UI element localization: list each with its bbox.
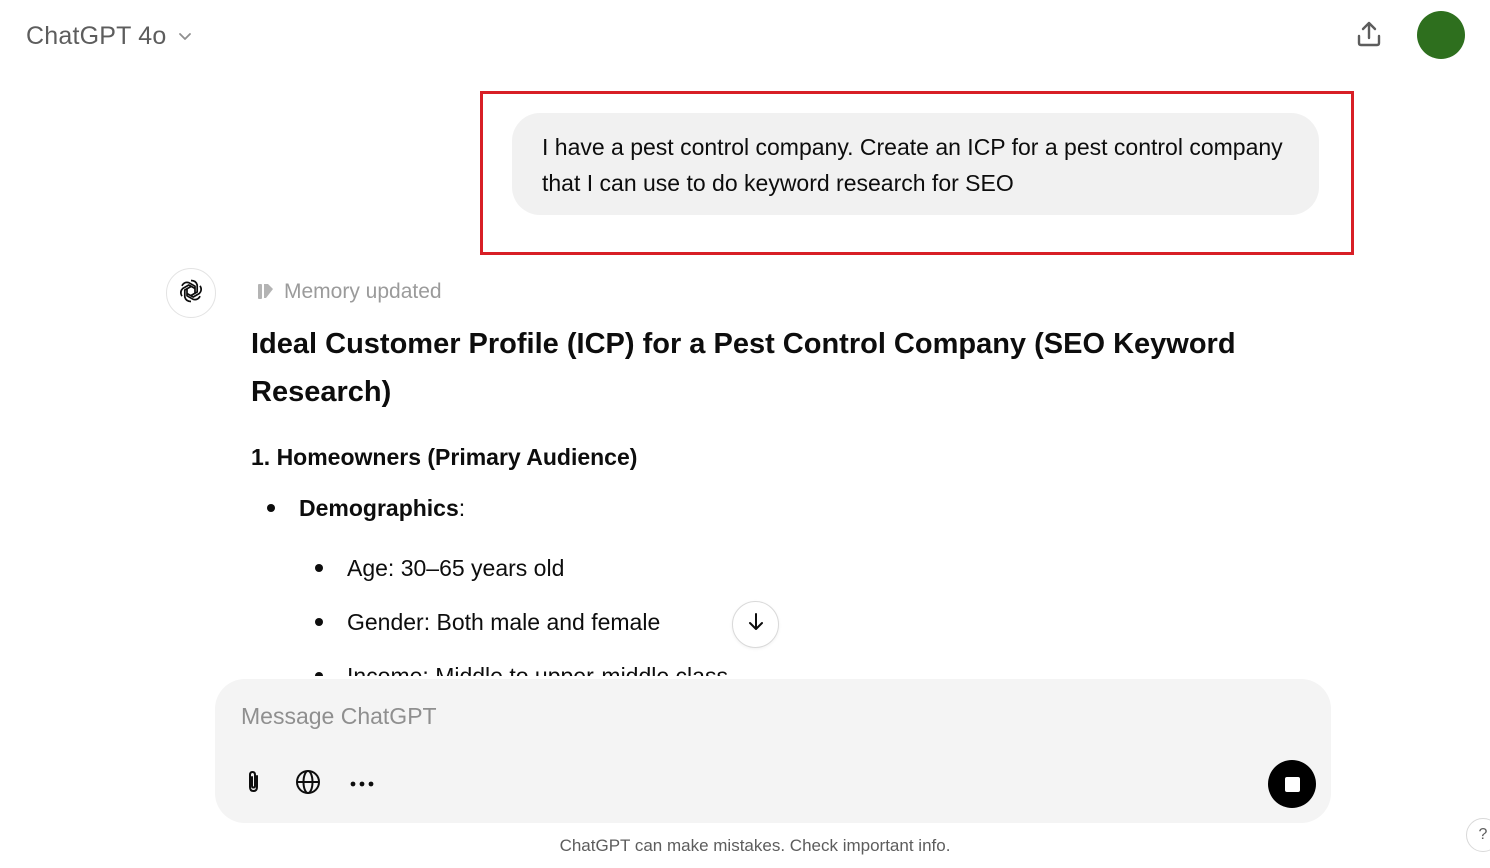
globe-icon [294, 768, 322, 801]
list-item: Demographics: [267, 491, 466, 525]
paperclip-icon [242, 769, 266, 800]
share-button[interactable] [1347, 14, 1391, 58]
model-name: ChatGPT 4o [26, 21, 167, 50]
arrow-down-icon [745, 611, 767, 638]
memory-status: Memory updated [284, 280, 442, 303]
model-selector[interactable]: ChatGPT 4o [18, 16, 203, 56]
share-upload-icon [1354, 19, 1384, 54]
demographics-colon: : [458, 495, 466, 521]
list-item: Gender: Both male and female [315, 605, 661, 639]
assistant-avatar [166, 268, 216, 318]
user-avatar[interactable] [1417, 11, 1465, 59]
bullet-dot [267, 504, 275, 512]
list-item: Age: 30–65 years old [315, 551, 565, 585]
message-input[interactable] [241, 697, 1301, 735]
scroll-to-bottom-button[interactable] [732, 601, 779, 648]
section-heading: 1. Homeowners (Primary Audience) [251, 444, 638, 470]
disclaimer-text: ChatGPT can make mistakes. Check importa… [559, 836, 951, 855]
list-item-text: Gender: Both male and female [347, 609, 661, 635]
bullet-dot [315, 564, 323, 572]
memory-pencil-icon [256, 282, 276, 302]
openai-logo-icon [176, 276, 206, 311]
answer-title: Ideal Customer Profile (ICP) for a Pest … [251, 328, 1236, 408]
chevron-down-icon [175, 26, 195, 46]
list-item-text: Age: 30–65 years old [347, 555, 565, 581]
message-composer [215, 679, 1331, 823]
more-options-button[interactable] [343, 765, 381, 803]
top-bar: ChatGPT 4o [0, 0, 1490, 74]
more-dots-icon [349, 775, 375, 793]
user-message-bubble: I have a pest control company. Create an… [512, 113, 1319, 215]
stop-generating-button[interactable] [1268, 760, 1316, 808]
memory-updated-link[interactable]: Memory updated [256, 278, 442, 306]
stop-square-icon [1284, 776, 1300, 792]
search-web-button[interactable] [289, 765, 327, 803]
attach-button[interactable] [235, 765, 273, 803]
demographics-label: Demographics [299, 495, 459, 521]
bullet-dot [315, 618, 323, 626]
